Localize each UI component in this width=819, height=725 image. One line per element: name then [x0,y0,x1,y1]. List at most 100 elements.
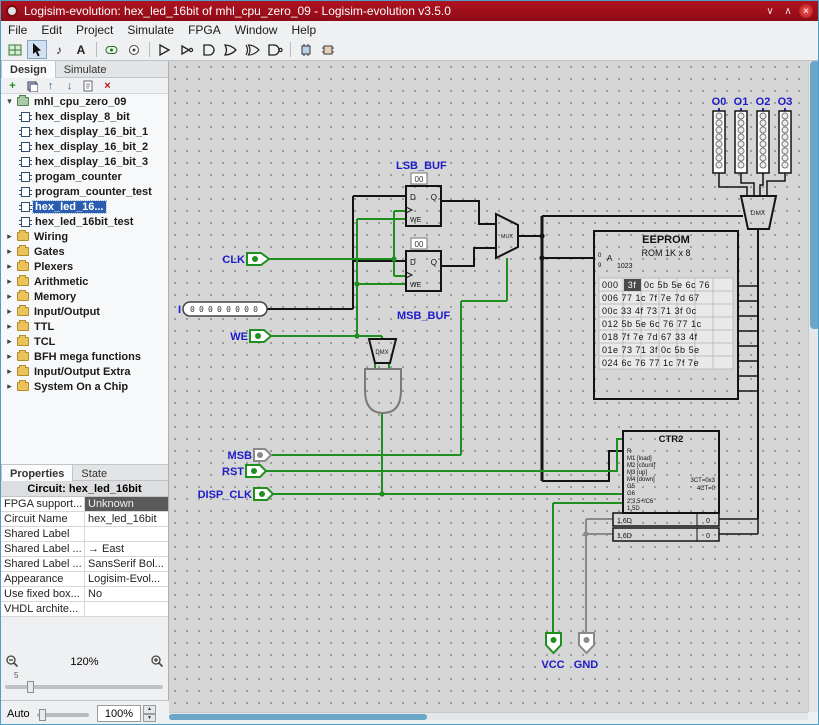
counter-component[interactable]: CTR2 R M1 [load] M2 [count] M3 [up] M4 [… [623,431,719,513]
gnd-pin[interactable] [579,633,594,653]
demux-top[interactable]: DMX [741,196,776,229]
i-input-pin[interactable]: 00000000 [183,302,267,316]
property-row[interactable]: AppearanceLogisim-Evol... [1,572,168,587]
collapse-icon[interactable]: ▸ [5,336,14,347]
tree-item-hex_display_16_bit_3[interactable]: hex_display_16_bit_3 [1,154,168,169]
menu-fpga[interactable]: FPGA [188,23,221,37]
move-down-icon[interactable]: ↓ [62,79,77,93]
menu-project[interactable]: Project [76,23,113,37]
we-input-pin[interactable] [250,330,271,342]
add-circuit-icon[interactable]: + [5,79,20,93]
property-row[interactable]: Shared Label [1,527,168,542]
collapse-icon[interactable]: ▸ [5,306,14,317]
property-row[interactable]: Shared Label ...→ East [1,542,168,557]
mux-component[interactable]: MUX [496,214,518,258]
menu-edit[interactable]: Edit [41,23,62,37]
sim-speed-slider[interactable] [37,713,89,717]
tree-item-arithmetic[interactable]: ▸ Arithmetic [1,274,168,289]
tree-item-system-on-a-chip[interactable]: ▸ System On a Chip [1,379,168,394]
tree-item-hex_display_8_bit[interactable]: hex_display_8_bit [1,109,168,124]
menu-window[interactable]: Window [235,23,278,37]
spin-up-icon[interactable]: ▲ [143,705,156,714]
minimize-icon[interactable]: ∨ [761,3,779,19]
rename-icon[interactable] [81,79,96,93]
disp-clk-input-pin[interactable] [254,488,273,500]
property-row[interactable]: FPGA support...Unknown [1,497,168,512]
menu-file[interactable]: File [8,23,27,37]
tree-item-gates[interactable]: ▸ Gates [1,244,168,259]
collapse-icon[interactable]: ▸ [5,231,14,242]
sim-mode-label[interactable]: Auto [7,708,30,720]
tree-item-input-output[interactable]: ▸ Input/Output [1,304,168,319]
tree-item-hex_display_16_bit_1[interactable]: hex_display_16_bit_1 [1,124,168,139]
led-bar[interactable] [779,108,791,173]
zoom-slider[interactable] [5,685,163,689]
delete-circuit-icon[interactable]: × [100,79,115,93]
module-icon[interactable] [24,79,39,93]
close-icon[interactable]: × [799,4,813,18]
and-gate[interactable] [365,369,401,413]
led-bar-displays[interactable]: O0 O1 O2 O3 [712,96,793,173]
collapse-icon[interactable]: ▸ [5,381,14,392]
vertical-scrollbar[interactable] [808,61,819,712]
tree-item-input-output-extra[interactable]: ▸ Input/Output Extra [1,364,168,379]
collapse-icon[interactable]: ▸ [5,246,14,257]
not-gate-icon[interactable] [177,40,197,59]
tab-properties[interactable]: Properties [1,465,73,482]
collapse-icon[interactable]: ▸ [5,351,14,362]
output-pin-tool-icon[interactable] [124,40,144,59]
collapse-icon[interactable]: ▸ [5,321,14,332]
menu-simulate[interactable]: Simulate [127,23,174,37]
horizontal-scrollbar[interactable] [169,712,808,720]
tree-item-hex_led_16bit_test[interactable]: hex_led_16bit_test [1,214,168,229]
text-tool-icon[interactable]: A [71,40,91,59]
fpga-settings-icon[interactable] [318,40,338,59]
maximize-icon[interactable]: ∧ [779,3,797,19]
rst-input-pin[interactable] [246,465,266,477]
collapse-icon[interactable]: ▸ [5,366,14,377]
input-pin-tool-icon[interactable] [102,40,122,59]
move-up-icon[interactable]: ↑ [43,79,58,93]
expand-icon[interactable]: ▾ [5,96,14,107]
collapse-icon[interactable]: ▸ [5,291,14,302]
nand-gate-icon[interactable] [265,40,285,59]
property-row[interactable]: VHDL archite... [1,602,168,617]
buffer-gate-icon[interactable] [155,40,175,59]
register-lsb[interactable]: 00 D Q WE [406,173,441,226]
collapse-icon[interactable]: ▸ [5,276,14,287]
and-gate-icon[interactable] [199,40,219,59]
tree-item-hex_led_16bit[interactable]: hex_led_16... [1,199,168,214]
clk-input-pin[interactable] [247,253,269,265]
led-bar[interactable] [735,108,747,173]
board-grid-icon[interactable] [5,40,25,59]
msb-input-pin[interactable] [254,449,271,461]
led-bar[interactable] [757,108,769,173]
xor-gate-icon[interactable] [243,40,263,59]
tab-design[interactable]: Design [1,61,56,78]
or-gate-icon[interactable] [221,40,241,59]
tab-state[interactable]: State [73,465,115,482]
tree-item-project-root[interactable]: ▾ mhl_cpu_zero_09 [1,94,168,109]
zoom-out-icon[interactable] [5,654,19,671]
tree-item-wiring[interactable]: ▸ Wiring [1,229,168,244]
property-row[interactable]: Circuit Namehex_led_16bit [1,512,168,527]
tree-item-hex_display_16_bit_2[interactable]: hex_display_16_bit_2 [1,139,168,154]
led-bar[interactable] [713,108,725,173]
tree-item-bfh-mega-functions[interactable]: ▸ BFH mega functions [1,349,168,364]
property-row[interactable]: Use fixed box...No [1,587,168,602]
sim-speed-thumb[interactable] [39,709,46,721]
canvas-zoom-value[interactable]: 100% [97,705,141,722]
tree-item-memory[interactable]: ▸ Memory [1,289,168,304]
demux-we[interactable]: DMX [369,339,396,363]
vertical-scrollbar-thumb[interactable] [810,61,819,329]
zoom-in-icon[interactable] [150,654,164,671]
poke-tool-icon[interactable]: ♪ [49,40,69,59]
output-register-0[interactable]: 1,6D 0 [613,513,719,526]
zoom-slider-thumb[interactable] [27,681,34,693]
tree-item-progam_counter[interactable]: progam_counter [1,169,168,184]
register-msb[interactable]: 00 D Q WE [406,238,441,291]
menu-help[interactable]: Help [291,23,316,37]
property-row[interactable]: Shared Label ...SansSerif Bol... [1,557,168,572]
tree-item-plexers[interactable]: ▸ Plexers [1,259,168,274]
vcc-pin[interactable] [546,633,561,653]
